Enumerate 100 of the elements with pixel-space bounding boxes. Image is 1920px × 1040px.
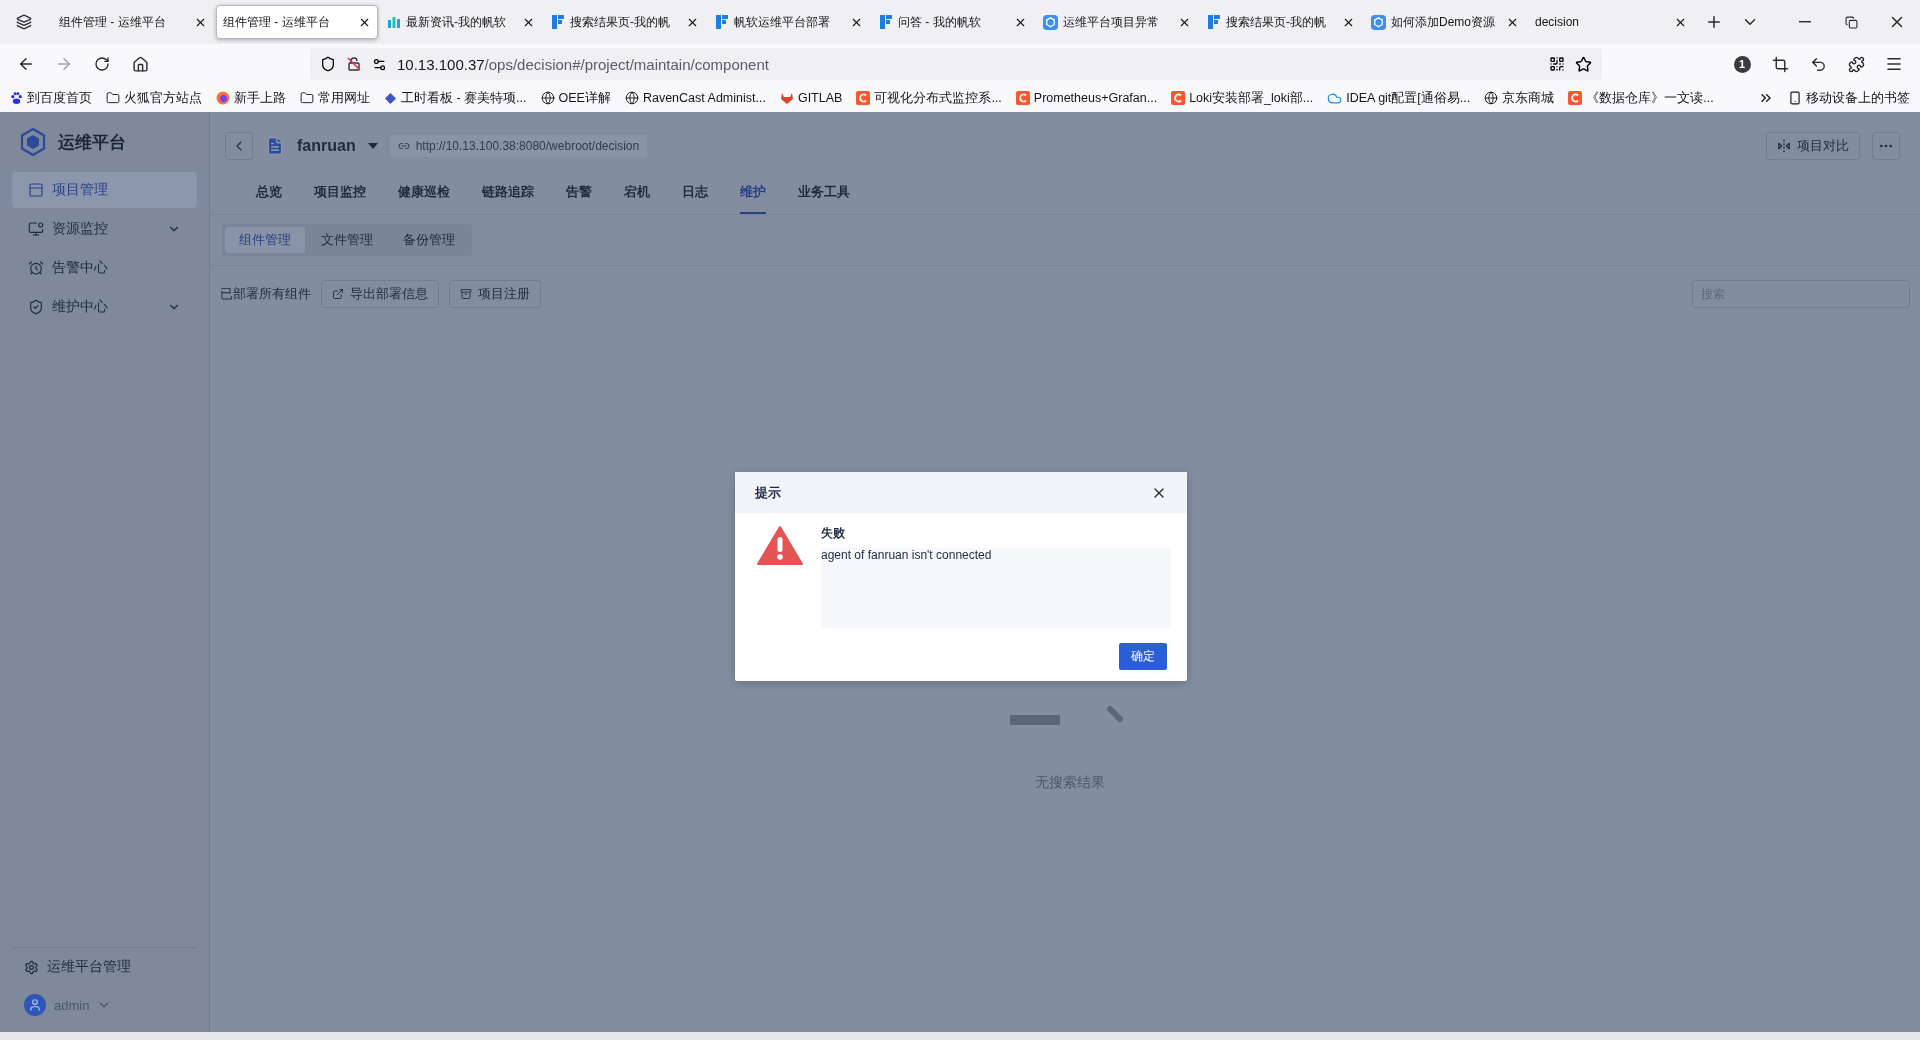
cloud-icon bbox=[1327, 90, 1343, 106]
insecure-lock-icon bbox=[346, 56, 362, 72]
project-name[interactable]: fanruan bbox=[297, 137, 356, 155]
address-bar[interactable]: 10.13.100.37/ops/decision#/project/maintain/component bbox=[310, 48, 1602, 80]
sidebar-label: 项目管理 bbox=[52, 181, 109, 199]
bookmark-link[interactable]: Prometheus+Grafan... bbox=[1015, 91, 1158, 105]
folder-icon bbox=[106, 91, 120, 105]
settings-link[interactable]: 运维平台管理 bbox=[12, 958, 197, 976]
sub-tab[interactable]: 文件管理 bbox=[307, 227, 387, 253]
nav-tab[interactable]: 宕机 bbox=[624, 172, 650, 214]
nav-tab[interactable]: 总览 bbox=[256, 172, 282, 214]
tab-title: 运维平台项目异常 bbox=[1063, 13, 1160, 31]
sidebar-label: 告警中心 bbox=[52, 259, 109, 277]
paw-icon bbox=[10, 91, 23, 105]
restore-icon bbox=[1844, 15, 1858, 29]
plus-icon bbox=[1705, 13, 1723, 31]
sidebar-label: 资源监控 bbox=[52, 220, 109, 238]
tab-title: 搜索结果页-我的帆 bbox=[1226, 13, 1327, 31]
project-url[interactable]: http://10.13.100.38:8080/webroot/decision bbox=[389, 135, 648, 157]
account-button[interactable]: 1 bbox=[1724, 48, 1760, 80]
tab-title: decision bbox=[1535, 15, 1581, 29]
sidebar-item[interactable]: 维护中心 bbox=[12, 289, 197, 325]
nav-tab[interactable]: 业务工具 bbox=[798, 172, 850, 214]
bookmark-link[interactable]: 可视化分布式监控系... bbox=[856, 89, 1002, 107]
crop-icon bbox=[1771, 55, 1789, 73]
nav-tab[interactable]: 日志 bbox=[682, 172, 708, 214]
sidebar-item[interactable]: 资源监控 bbox=[12, 211, 197, 247]
settings-icon bbox=[24, 959, 39, 975]
folder-icon bbox=[300, 91, 314, 105]
bookmark-link[interactable]: 工时看板 - 赛美特项... bbox=[384, 89, 527, 107]
avatar-icon[interactable] bbox=[24, 994, 46, 1016]
sub-tab[interactable]: 备份管理 bbox=[389, 227, 469, 253]
tab-title: 搜索结果页-我的帆 bbox=[570, 13, 671, 31]
cube-logo-icon bbox=[20, 128, 46, 156]
bookmark-link[interactable]: Loki安装部署_loki部... bbox=[1171, 89, 1314, 107]
dialog-heading: 失败 bbox=[821, 525, 846, 542]
tab-title: 问答 - 我的帆软 bbox=[898, 13, 982, 31]
bookmark-link[interactable]: 到百度首页 bbox=[10, 89, 92, 107]
tab-title: 组件管理 - 运维平台 bbox=[59, 13, 167, 31]
nav-tab[interactable]: 项目监控 bbox=[314, 172, 366, 214]
notification-badge: 1 bbox=[1733, 55, 1751, 73]
cube-icon bbox=[1043, 14, 1058, 30]
nav-tab[interactable]: 链路追踪 bbox=[482, 172, 534, 214]
bookmark-link[interactable]: 京东商城 bbox=[1484, 89, 1555, 107]
tabs-icon bbox=[16, 14, 32, 30]
bookmark-link[interactable]: OEE详解 bbox=[540, 89, 611, 107]
bookmark-link[interactable]: 《数据仓库》一文读... bbox=[1568, 89, 1714, 107]
register-icon bbox=[460, 288, 472, 300]
qr-code-icon[interactable] bbox=[1549, 56, 1565, 72]
bookmark-link[interactable]: IDEA git配置[通俗易... bbox=[1327, 89, 1471, 107]
tab-title: 帆软运维平台部署 bbox=[734, 13, 831, 31]
cube-icon bbox=[1371, 14, 1386, 30]
confirm-button[interactable]: 确定 bbox=[1119, 643, 1167, 670]
back-icon bbox=[17, 55, 35, 73]
home-icon bbox=[131, 55, 149, 73]
globe-icon bbox=[1484, 91, 1499, 105]
bookmark-star-icon[interactable] bbox=[1575, 55, 1592, 73]
letter-c-logo-icon bbox=[856, 91, 871, 105]
export-icon bbox=[332, 288, 344, 300]
section-label: 已部署所有组件 bbox=[220, 285, 311, 303]
bookmark-link[interactable]: RavenCast Administ... bbox=[624, 91, 766, 105]
minimize-icon bbox=[1799, 21, 1811, 23]
compare-icon bbox=[1777, 139, 1791, 153]
monitor-icon bbox=[28, 221, 44, 237]
letter-c-logo-icon bbox=[1015, 91, 1030, 105]
alarm-icon bbox=[28, 260, 44, 276]
app-icon bbox=[1207, 14, 1221, 30]
nav-tab[interactable]: 告警 bbox=[566, 172, 592, 214]
bookmark-link[interactable]: 常用网址 bbox=[300, 89, 370, 107]
url-host: 10.13.100.37 bbox=[397, 55, 485, 73]
bookmark-folder[interactable]: 移动设备上的书签 bbox=[1788, 89, 1910, 107]
dropdown-icon[interactable] bbox=[367, 143, 378, 149]
forward-icon bbox=[55, 55, 73, 73]
bookmark-link[interactable]: GITLAB bbox=[779, 91, 843, 105]
app-icon bbox=[715, 14, 729, 30]
fox-head-icon bbox=[779, 91, 794, 105]
diamond-icon bbox=[384, 91, 397, 105]
link-icon bbox=[397, 140, 410, 152]
letter-c-logo-icon bbox=[1171, 91, 1186, 105]
app-icon bbox=[879, 14, 893, 30]
toolbar-button[interactable]: 项目注册 bbox=[449, 280, 541, 308]
toolbar-button[interactable]: 导出部署信息 bbox=[321, 280, 439, 308]
document-icon bbox=[265, 136, 285, 156]
puzzle-icon bbox=[1847, 55, 1865, 73]
url-path: /ops/decision#/project/maintain/component bbox=[484, 55, 769, 73]
error-message: agent of fanruan isn't connected bbox=[821, 548, 1171, 628]
shield-icon bbox=[28, 299, 44, 315]
menu-icon bbox=[1885, 55, 1903, 73]
permissions-icon bbox=[372, 56, 387, 72]
tab-title: 最新资讯-我的帆软 bbox=[406, 13, 507, 31]
bookmark-link[interactable]: 火狐官方站点 bbox=[106, 89, 202, 107]
nav-tab[interactable]: 健康巡检 bbox=[398, 172, 450, 214]
bookmark-link[interactable]: 新手上路 bbox=[216, 89, 286, 107]
dialog-title: 提示 bbox=[755, 483, 781, 502]
compare-button[interactable]: 项目对比 bbox=[1766, 132, 1860, 160]
app-name: 运维平台 bbox=[58, 131, 126, 154]
sidebar-item[interactable]: 告警中心 bbox=[12, 250, 197, 286]
tab-title: 如何添加Demo资源 bbox=[1391, 13, 1496, 31]
browser-tab[interactable]: 组件管理 - 运维平台 bbox=[216, 5, 378, 39]
reload-icon bbox=[94, 56, 110, 72]
